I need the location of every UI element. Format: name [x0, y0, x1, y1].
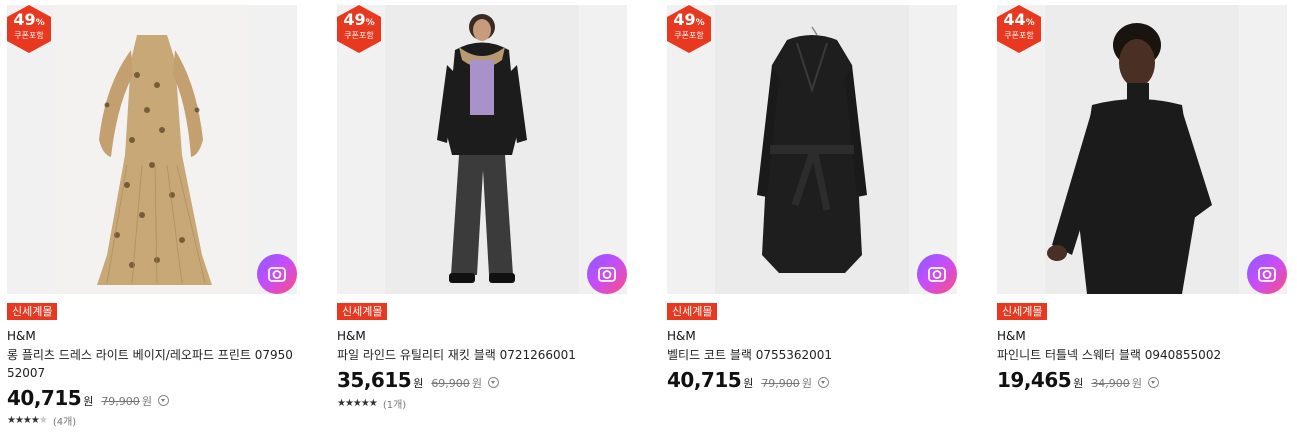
product-name[interactable]: 파인니트 터틀넥 스웨터 블랙 0940855002: [997, 346, 1287, 364]
brand-name: H&M: [667, 329, 696, 343]
brand-name: H&M: [997, 329, 1026, 343]
photo-review-button[interactable]: [917, 254, 957, 294]
rating: ★★★★★ (4개): [7, 413, 76, 428]
product-name[interactable]: 벨티드 코트 블랙 0755362001: [667, 346, 957, 364]
product-card[interactable]: 49% 쿠폰포함 신세계몰 H&M 파일 라인드 유틸리티 재킷 블랙 0721…: [337, 0, 637, 445]
sale-price: 40,715: [667, 368, 742, 392]
original-price-unit: 원: [1131, 377, 1142, 390]
star-icon: ★★★★★: [7, 415, 48, 426]
sale-price-unit: 원: [83, 395, 94, 408]
product-card[interactable]: 49% 쿠폰포함 신세계몰 H&M 벨티드 코트 블랙 0755362001 4…: [667, 0, 967, 445]
photo-review-button[interactable]: [257, 254, 297, 294]
discount-badge: 49% 쿠폰포함: [667, 5, 711, 53]
review-count[interactable]: (4개): [53, 413, 76, 428]
discount-percent: 49: [673, 10, 696, 29]
discount-badge: 49% 쿠폰포함: [7, 5, 51, 53]
price-row: 19,465 원 34,900 원: [997, 368, 1159, 392]
photo-review-icon: [268, 267, 286, 282]
store-tag: 신세계몰: [7, 303, 58, 320]
discount-label: 쿠폰포함: [344, 31, 374, 40]
original-price: 79,900: [101, 395, 140, 408]
photo-review-icon: [598, 267, 616, 282]
sale-price: 19,465: [997, 368, 1072, 392]
product-card[interactable]: 44% 쿠폰포함 신세계몰 H&M 파인니트 터틀넥 스웨터 블랙 094085…: [997, 0, 1297, 445]
sale-price: 40,715: [7, 386, 82, 410]
original-price-unit: 원: [141, 395, 152, 408]
discount-badge: 49% 쿠폰포함: [337, 5, 381, 53]
product-card[interactable]: 49% 쿠폰포함 신세계몰 H&M 롱 플리츠 드레스 라이트 베이지/레오파드…: [7, 0, 307, 445]
discount-label: 쿠폰포함: [1004, 31, 1034, 40]
discount-label: 쿠폰포함: [674, 31, 704, 40]
discount-label: 쿠폰포함: [14, 31, 44, 40]
photo-review-button[interactable]: [1247, 254, 1287, 294]
price-info-icon[interactable]: [487, 377, 499, 388]
discount-unit: %: [695, 18, 705, 28]
price-info-icon[interactable]: [157, 395, 169, 406]
brand-name: H&M: [7, 329, 36, 343]
discount-percent: 49: [13, 10, 36, 29]
price-row: 35,615 원 69,900 원: [337, 368, 499, 392]
store-tag: 신세계몰: [337, 303, 388, 320]
original-price-unit: 원: [801, 377, 812, 390]
product-name[interactable]: 파일 라인드 유틸리티 재킷 블랙 0721266001: [337, 346, 627, 364]
discount-unit: %: [1025, 18, 1035, 28]
original-price-unit: 원: [471, 377, 482, 390]
sale-price: 35,615: [337, 368, 412, 392]
sale-price-unit: 원: [743, 377, 754, 390]
review-count[interactable]: (1개): [383, 396, 406, 411]
original-price: 34,900: [1091, 377, 1130, 390]
discount-percent: 49: [343, 10, 366, 29]
discount-badge: 44% 쿠폰포함: [997, 5, 1041, 53]
photo-review-icon: [1258, 267, 1276, 282]
price-row: 40,715 원 79,900 원: [667, 368, 829, 392]
store-tag: 신세계몰: [997, 303, 1048, 320]
photo-review-icon: [928, 267, 946, 282]
sale-price-unit: 원: [1073, 377, 1084, 390]
photo-review-button[interactable]: [587, 254, 627, 294]
store-tag: 신세계몰: [667, 303, 718, 320]
original-price: 69,900: [431, 377, 470, 390]
price-info-icon[interactable]: [817, 377, 829, 388]
discount-percent: 44: [1003, 10, 1026, 29]
sale-price-unit: 원: [413, 377, 424, 390]
original-price: 79,900: [761, 377, 800, 390]
star-icon: ★★★★★: [337, 398, 378, 409]
product-name[interactable]: 롱 플리츠 드레스 라이트 베이지/레오파드 프린트 0795052007: [7, 346, 297, 382]
discount-unit: %: [365, 18, 375, 28]
price-row: 40,715 원 79,900 원: [7, 386, 169, 410]
brand-name: H&M: [337, 329, 366, 343]
price-info-icon[interactable]: [1147, 377, 1159, 388]
rating: ★★★★★ (1개): [337, 396, 406, 411]
discount-unit: %: [35, 18, 45, 28]
